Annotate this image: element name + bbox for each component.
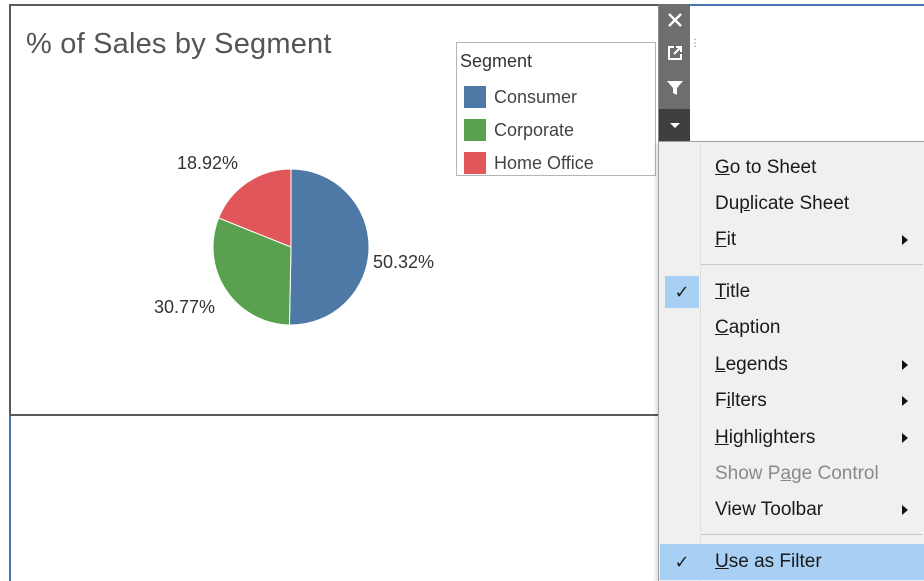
menu-item-label: Highlighters xyxy=(715,427,816,448)
zone-toolbar xyxy=(659,4,690,141)
menu-item-caption[interactable]: Caption xyxy=(660,310,924,346)
legend-item-consumer[interactable]: Consumer xyxy=(464,85,577,109)
legend-item-home-office[interactable]: Home Office xyxy=(464,151,594,175)
legend-swatch xyxy=(464,119,486,141)
submenu-arrow-icon xyxy=(902,360,908,370)
menu-separator xyxy=(701,264,923,265)
menu-item-label: Caption xyxy=(715,317,781,338)
legend-label: Corporate xyxy=(494,119,575,140)
menu-separator xyxy=(701,534,923,535)
menu-item-use-as-filter[interactable]: ✓ Use as Filter xyxy=(660,544,924,580)
filter-icon[interactable] xyxy=(659,72,690,104)
menu-item-label: Legends xyxy=(715,354,788,375)
pie-label-consumer: 50.32% xyxy=(373,252,435,272)
legend-title: Segment xyxy=(460,51,533,71)
menu-item-highlighters[interactable]: Highlighters xyxy=(660,420,924,456)
legend-label: Home Office xyxy=(494,152,594,173)
menu-item-legends[interactable]: Legends xyxy=(660,347,924,383)
menu-item-label: Use as Filter xyxy=(715,551,822,572)
dashboard-canvas: % of Sales by Segment 50.32% 30.77% 18.9… xyxy=(0,0,924,581)
menu-item-go-to-sheet[interactable]: Go to Sheet xyxy=(660,150,924,186)
menu-item-fit[interactable]: Fit xyxy=(660,222,924,258)
menu-item-show-page-control: Show Page Control xyxy=(660,456,924,492)
menu-item-label: Filters xyxy=(715,390,767,411)
legend-swatch xyxy=(464,152,486,174)
submenu-arrow-icon xyxy=(902,235,908,245)
check-icon: ✓ xyxy=(665,276,699,308)
legend-label: Consumer xyxy=(494,86,578,107)
check-icon: ✓ xyxy=(674,551,690,572)
legend-swatch xyxy=(464,86,486,108)
legend-item-corporate[interactable]: Corporate xyxy=(464,118,574,142)
pie-slice-consumer[interactable] xyxy=(288,168,370,326)
dashboard-frame-line xyxy=(9,416,11,581)
dropdown-icon[interactable] xyxy=(659,109,690,141)
menu-item-label: Go to Sheet xyxy=(715,157,817,178)
menu-item-view-toolbar[interactable]: View Toolbar xyxy=(660,492,924,528)
menu-item-label: Title xyxy=(715,281,751,302)
menu-item-filters[interactable]: Filters xyxy=(660,383,924,419)
grip-icon[interactable]: ⋮ xyxy=(690,38,700,49)
submenu-arrow-icon xyxy=(902,505,908,515)
menu-item-label: Fit xyxy=(715,229,737,250)
worksheet-zone[interactable]: % of Sales by Segment 50.32% 30.77% 18.9… xyxy=(9,4,659,416)
dashboard-frame-line xyxy=(690,4,924,6)
menu-item-label: View Toolbar xyxy=(715,499,824,520)
menu-item-title[interactable]: ✓ Title xyxy=(660,274,924,310)
context-menu: Go to Sheet Duplicate Sheet Fit ✓ Title … xyxy=(658,141,924,581)
close-icon[interactable] xyxy=(659,4,690,36)
submenu-arrow-icon xyxy=(902,396,908,406)
menu-item-label: Duplicate Sheet xyxy=(715,193,850,214)
pie-label-home-office: 18.92% xyxy=(177,153,239,173)
menu-item-label: Show Page Control xyxy=(715,463,879,484)
popout-icon[interactable] xyxy=(659,37,690,69)
segment-legend[interactable]: Segment Consumer Corporate Home Office xyxy=(456,42,656,176)
menu-item-duplicate-sheet[interactable]: Duplicate Sheet xyxy=(660,186,924,222)
pie-label-corporate: 30.77% xyxy=(154,297,216,317)
submenu-arrow-icon xyxy=(902,433,908,443)
